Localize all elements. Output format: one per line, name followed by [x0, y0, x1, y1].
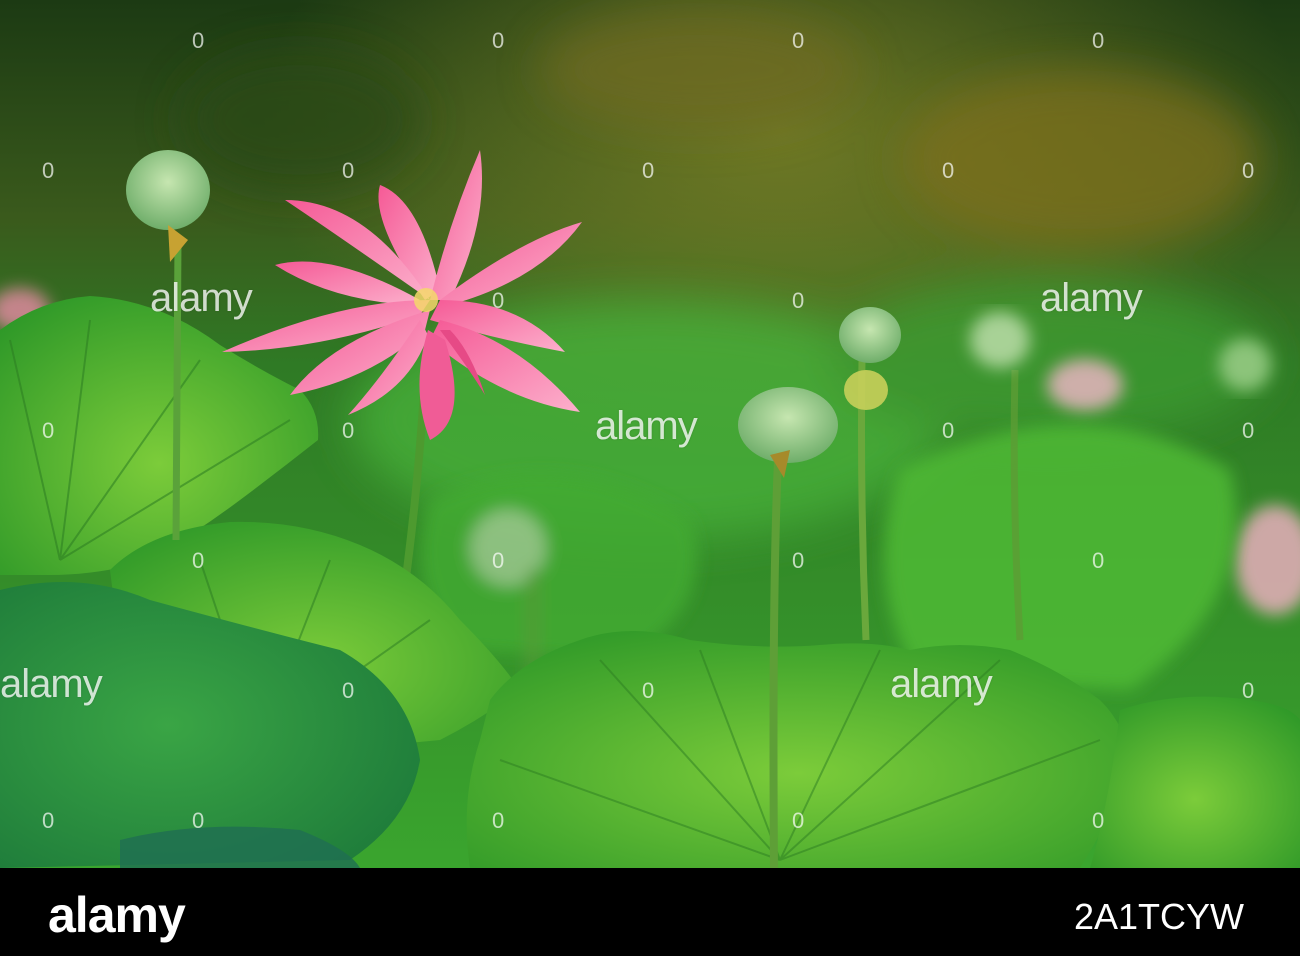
brand-logo: alamy [48, 887, 186, 943]
watermark: alamy [150, 276, 253, 320]
watermark-dot: 0 [192, 548, 205, 573]
watermark: alamy [1040, 276, 1143, 320]
watermark-dot: 0 [942, 158, 955, 183]
seed-pod-right [839, 307, 901, 363]
watermark-dot: 0 [342, 158, 355, 183]
watermark-dot: 0 [492, 288, 505, 313]
watermark-dot: 0 [492, 28, 505, 53]
watermark: alamy [595, 404, 698, 448]
watermark: alamy [890, 662, 993, 706]
watermark-dot: 0 [1242, 418, 1255, 443]
watermark-dot: 0 [1092, 548, 1105, 573]
watermark-dot: 0 [1242, 158, 1255, 183]
watermark-dot: 0 [792, 288, 805, 313]
watermark-dot: 0 [792, 808, 805, 833]
watermark: alamy [0, 662, 103, 706]
watermark-dot: 0 [642, 158, 655, 183]
watermark-dot: 0 [792, 28, 805, 53]
stock-id: 2A1TCYW [1073, 896, 1244, 937]
watermark-dot: 0 [42, 808, 55, 833]
seed-pod-left [126, 150, 210, 230]
watermark-dot: 0 [42, 418, 55, 443]
watermark-dot: 0 [192, 28, 205, 53]
watermark-dot: 0 [1092, 28, 1105, 53]
watermark-dot: 0 [492, 548, 505, 573]
watermark-dot: 0 [342, 678, 355, 703]
watermark-dot: 0 [492, 808, 505, 833]
lotus-photo: alamy alamy alamy alamy alamy 0 0 0 0 0 … [0, 0, 1300, 868]
watermark-dot: 0 [642, 678, 655, 703]
watermark-dot: 0 [342, 418, 355, 443]
watermark-dot: 0 [1092, 808, 1105, 833]
watermark-dot: 0 [942, 418, 955, 443]
watermark-dot: 0 [192, 808, 205, 833]
watermark-dot: 0 [1242, 678, 1255, 703]
watermark-dot: 0 [42, 158, 55, 183]
footer-bar: alamy 2A1TCYW [0, 868, 1300, 956]
watermark-dot: 0 [792, 548, 805, 573]
